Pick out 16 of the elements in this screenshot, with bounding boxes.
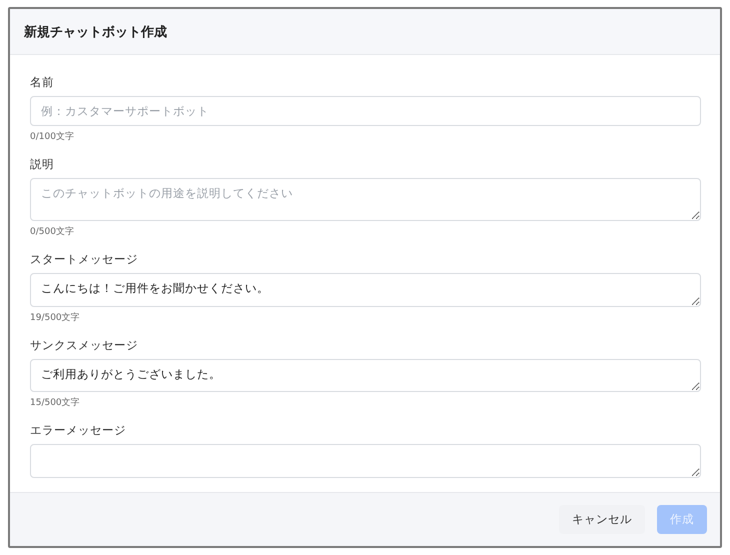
message-text-area[interactable]	[30, 444, 701, 478]
message-text-area[interactable]: こんにちは！ご用件をお聞かせください。	[30, 273, 701, 307]
character-counter: 19/500文字	[30, 312, 81, 324]
description-text-area[interactable]: このチャットボットの用途を説明してください	[30, 178, 701, 222]
cancel-button[interactable]: キャンセル	[559, 505, 645, 534]
dialog-title: 新規チャットボット作成	[24, 24, 167, 40]
message-text-area[interactable]: ご利用ありがとうございました。	[30, 358, 701, 392]
character-counter: 15/500文字	[30, 396, 81, 410]
character-counter: 0/100文字	[30, 130, 75, 143]
field-label: サンクスメッセージ	[30, 338, 139, 353]
character-counter: 0/500文字	[30, 226, 75, 238]
name-input-field[interactable]: 例：カスタマーサポートボット	[30, 96, 701, 126]
field-label: エラーメッセージ	[30, 423, 127, 438]
field-label: 説明	[30, 157, 55, 172]
field-label: 名前	[30, 75, 55, 90]
field-label: スタートメッセージ	[30, 252, 139, 268]
